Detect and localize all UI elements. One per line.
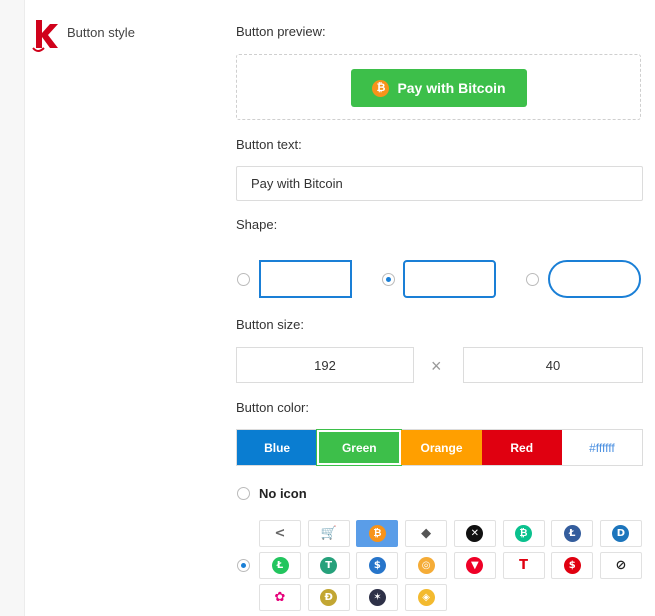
- shape-square-radio[interactable]: [237, 273, 250, 286]
- cart-icon: 🛒: [320, 525, 338, 542]
- icon-option-dogecoin[interactable]: Ð: [307, 584, 350, 611]
- icon-option-stellar[interactable]: ⊘: [599, 552, 642, 579]
- button-size-label: Button size:: [236, 317, 304, 332]
- height-input[interactable]: 40: [463, 347, 643, 383]
- icon-option-bitcoin-cash[interactable]: ₿: [502, 520, 545, 547]
- button-text-label: Button text:: [236, 137, 302, 152]
- usd-red-icon: $: [563, 557, 581, 574]
- xrp-icon: ✕: [466, 525, 484, 542]
- icon-option-cart[interactable]: 🛒: [307, 520, 350, 547]
- color-blue-button[interactable]: Blue: [237, 430, 318, 465]
- color-green-button[interactable]: Green: [316, 429, 403, 466]
- icon-option-polkadot[interactable]: ✿: [259, 584, 301, 611]
- polkadot-icon: ✿: [271, 589, 289, 606]
- tether-icon: T: [320, 557, 338, 574]
- bitcoin-cash-icon: ₿: [515, 525, 532, 542]
- color-red-button[interactable]: Red: [481, 430, 562, 465]
- icon-option-kraken[interactable]: <: [259, 520, 301, 547]
- shape-pill-radio[interactable]: [526, 273, 539, 286]
- left-gutter: [0, 0, 25, 616]
- stellar-icon: ⊘: [612, 557, 630, 574]
- dogecoin-icon: Ð: [320, 589, 338, 606]
- width-input[interactable]: 192: [236, 347, 414, 383]
- shape-square-option[interactable]: [259, 260, 352, 298]
- preview-button-label: Pay with Bitcoin: [397, 80, 506, 96]
- icon-option-litecoin-green[interactable]: Ł: [259, 552, 301, 579]
- icon-option-cosmos[interactable]: ✶: [356, 584, 399, 611]
- icon-option-litecoin[interactable]: Ł: [551, 520, 594, 547]
- shape-pill-option[interactable]: [548, 260, 641, 298]
- color-custom-hex-button[interactable]: #ffffff: [561, 430, 643, 465]
- icon-option-xrp[interactable]: ✕: [453, 520, 496, 547]
- bitcoin-icon: ₿: [372, 79, 390, 97]
- button-preview-area: ₿ Pay with Bitcoin: [236, 54, 641, 120]
- cosmos-icon: ✶: [368, 589, 386, 606]
- color-selector: Blue Green Orange Red #ffffff: [236, 429, 643, 466]
- binance-icon: ◈: [417, 589, 435, 606]
- section-title: Button style: [67, 25, 135, 40]
- button-text-input[interactable]: [236, 166, 643, 201]
- icon-option-dash[interactable]: D: [599, 520, 642, 547]
- icon-option-bitcoin[interactable]: ₿: [356, 520, 399, 547]
- ethereum-icon: ◆: [417, 525, 435, 542]
- no-icon-label: No icon: [259, 486, 307, 501]
- bitcoin-icon: ₿: [368, 525, 386, 542]
- kraken-icon: <: [271, 525, 289, 542]
- icon-option-trueusd[interactable]: T: [502, 552, 545, 579]
- color-orange-button[interactable]: Orange: [401, 430, 482, 465]
- icon-option-ethereum[interactable]: ◆: [405, 520, 448, 547]
- icon-radio[interactable]: [237, 559, 250, 572]
- litecoin-icon: Ł: [563, 525, 581, 542]
- shape-rounded-radio[interactable]: [382, 273, 395, 286]
- icon-option-tether[interactable]: T: [307, 552, 350, 579]
- button-color-label: Button color:: [236, 400, 309, 415]
- dash-icon: D: [612, 525, 630, 542]
- usdc-icon: $: [368, 557, 386, 574]
- size-separator: ×: [431, 356, 442, 376]
- icon-option-usd-red[interactable]: $: [551, 552, 594, 579]
- dai-icon: ◎: [417, 557, 435, 574]
- icon-option-binance[interactable]: ◈: [405, 584, 448, 611]
- icon-option-dai[interactable]: ◎: [405, 552, 448, 579]
- tron-icon: ▼: [466, 557, 484, 574]
- no-icon-radio[interactable]: [237, 487, 250, 500]
- litecoin-green-icon: Ł: [271, 557, 289, 574]
- icon-option-tron[interactable]: ▼: [453, 552, 496, 579]
- brand-logo-icon: [32, 18, 60, 54]
- shape-label: Shape:: [236, 217, 278, 232]
- preview-label: Button preview:: [236, 24, 326, 39]
- icon-option-usdc[interactable]: $: [356, 552, 399, 579]
- shape-rounded-option[interactable]: [403, 260, 496, 298]
- preview-pay-button[interactable]: ₿ Pay with Bitcoin: [351, 69, 527, 107]
- trueusd-icon: T: [515, 557, 532, 574]
